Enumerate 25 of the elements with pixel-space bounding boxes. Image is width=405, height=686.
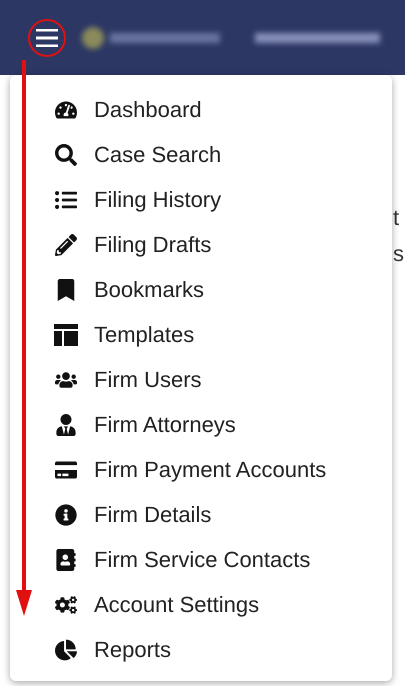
menu-item[interactable]: Firm Service Contacts <box>10 537 392 582</box>
pie-chart-icon <box>52 638 80 660</box>
pencil-icon <box>52 234 80 256</box>
menu-item[interactable]: Dashboard <box>10 87 392 132</box>
menu-button[interactable] <box>28 18 66 56</box>
menu-item[interactable]: Templates <box>10 312 392 357</box>
credit-card-icon <box>52 458 80 480</box>
menu-item[interactable]: Filing Drafts <box>10 222 392 267</box>
page-text: t <box>393 205 400 231</box>
gauge-icon <box>52 98 80 120</box>
menu-icon <box>36 28 58 46</box>
list-icon <box>52 188 80 210</box>
page-text: s <box>393 241 404 267</box>
menu-item[interactable]: Account Settings <box>10 582 392 627</box>
menu-item[interactable]: Filing History <box>10 177 392 222</box>
menu-item[interactable]: Firm Payment Accounts <box>10 447 392 492</box>
menu-item[interactable]: Case Search <box>10 132 392 177</box>
layout-icon <box>52 324 80 346</box>
gears-icon <box>52 594 80 616</box>
menu-item[interactable]: Reports <box>10 627 392 672</box>
menu-item[interactable]: Firm Attorneys <box>10 402 392 447</box>
menu-item[interactable]: Firm Users <box>10 357 392 402</box>
search-icon <box>52 144 80 166</box>
menu-item[interactable]: Firm Details <box>10 492 392 537</box>
menu-item[interactable]: Bookmarks <box>10 267 392 312</box>
